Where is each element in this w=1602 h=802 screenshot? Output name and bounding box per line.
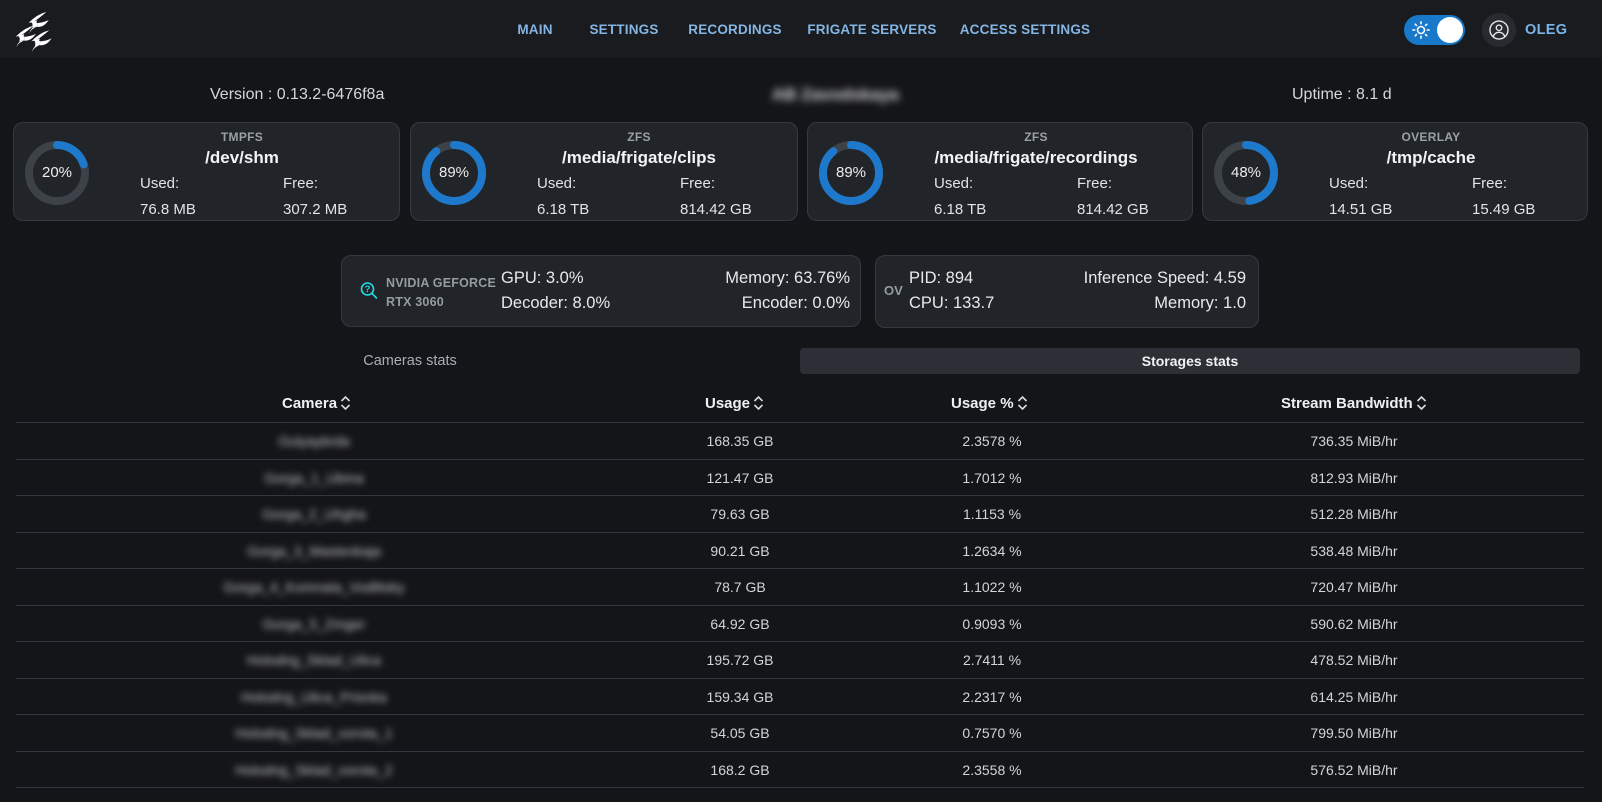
svg-text:?: ?: [365, 284, 371, 295]
